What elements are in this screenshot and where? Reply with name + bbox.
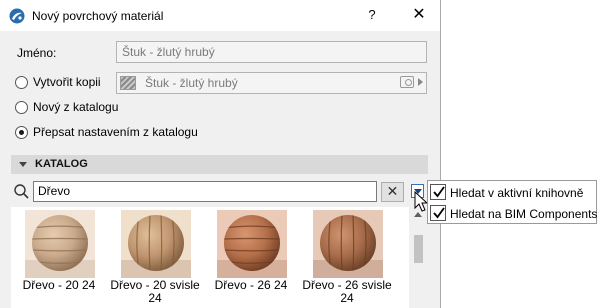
radio-create-copy[interactable]: [15, 76, 28, 89]
checkmark-icon: [433, 207, 445, 219]
help-button[interactable]: ?: [364, 7, 380, 23]
archicad-logo-icon: [9, 8, 25, 24]
radio-new-from-catalog-label[interactable]: Nový z katalogu: [33, 100, 118, 114]
vertical-scrollbar[interactable]: [409, 207, 428, 308]
search-input-value: Dřevo: [38, 184, 71, 198]
collapse-arrow-icon: [19, 162, 27, 167]
material-name: Dřevo - 20 svisle 24: [110, 278, 200, 305]
radio-overwrite-from-catalog[interactable]: [15, 126, 28, 139]
name-field-value: Štuk - žlutý hrubý: [122, 45, 215, 59]
search-icon: [14, 184, 29, 199]
material-tile[interactable]: Dřevo - 26 24: [203, 207, 299, 308]
checkbox-bim-components[interactable]: [430, 205, 446, 221]
copy-source-value: Štuk - žlutý hrubý: [145, 76, 238, 90]
radio-create-copy-label[interactable]: Vytvořit kopii: [33, 75, 101, 89]
plank-seam: [160, 215, 163, 271]
radio-overwrite-label[interactable]: Přepsat nastavením z katalogu: [33, 125, 198, 139]
material-dialog: Nový povrchový materiál ? ✕ Jméno: Štuk …: [0, 0, 441, 308]
name-field[interactable]: Štuk - žlutý hrubý: [116, 41, 427, 63]
menu-item-search-active-library[interactable]: Hledat v aktivní knihovně: [428, 182, 596, 202]
window-title: Nový povrchový materiál: [32, 9, 164, 23]
copy-source-picker[interactable]: Štuk - žlutý hrubý: [116, 72, 427, 94]
material-grid: Dřevo - 20 24 Dřevo - 20 svisle 24 Dřevo…: [11, 207, 409, 308]
plank-seam: [224, 237, 280, 240]
material-name: Dřevo - 26 24: [214, 278, 288, 292]
catalog-section-title: KATALOG: [35, 158, 88, 170]
clear-search-button[interactable]: ✕: [381, 182, 404, 202]
wood-sphere-thumbnail: [217, 210, 287, 278]
wood-sphere-thumbnail: [121, 210, 191, 278]
material-tile[interactable]: Dřevo - 20 24: [11, 207, 107, 308]
catalog-section-header[interactable]: KATALOG: [11, 155, 428, 174]
title-bar: Nový povrchový materiál ? ✕: [0, 0, 440, 31]
menu-item-label: Hledat na BIM Components: [450, 207, 598, 221]
wood-sphere-thumbnail: [313, 210, 383, 278]
menu-item-label: Hledat v aktivní knihovně: [450, 186, 584, 200]
name-label: Jméno:: [17, 46, 57, 60]
scrollbar-thumb[interactable]: [414, 235, 423, 263]
checkmark-icon: [433, 186, 445, 198]
material-name: Dřevo - 26 svisle 24: [302, 278, 392, 305]
material-tile[interactable]: Dřevo - 26 svisle 24: [299, 207, 395, 308]
material-tile[interactable]: Dřevo - 20 svisle 24: [107, 207, 203, 308]
checkbox-active-library[interactable]: [430, 184, 446, 200]
search-filter-menu: Hledat v aktivní knihovně Hledat na BIM …: [427, 180, 597, 224]
picker-icon: [400, 76, 414, 88]
radio-new-from-catalog[interactable]: [15, 101, 28, 114]
plank-seam: [32, 237, 88, 240]
material-name: Dřevo - 20 24: [22, 278, 96, 292]
wood-sphere-thumbnail: [25, 210, 95, 278]
chevron-right-icon: [418, 78, 423, 86]
close-button[interactable]: ✕: [410, 5, 428, 25]
search-input[interactable]: Dřevo: [33, 181, 377, 202]
plank-seam: [352, 215, 355, 271]
material-swatch: [120, 76, 136, 90]
menu-item-search-bim-components[interactable]: Hledat na BIM Components: [428, 203, 598, 223]
